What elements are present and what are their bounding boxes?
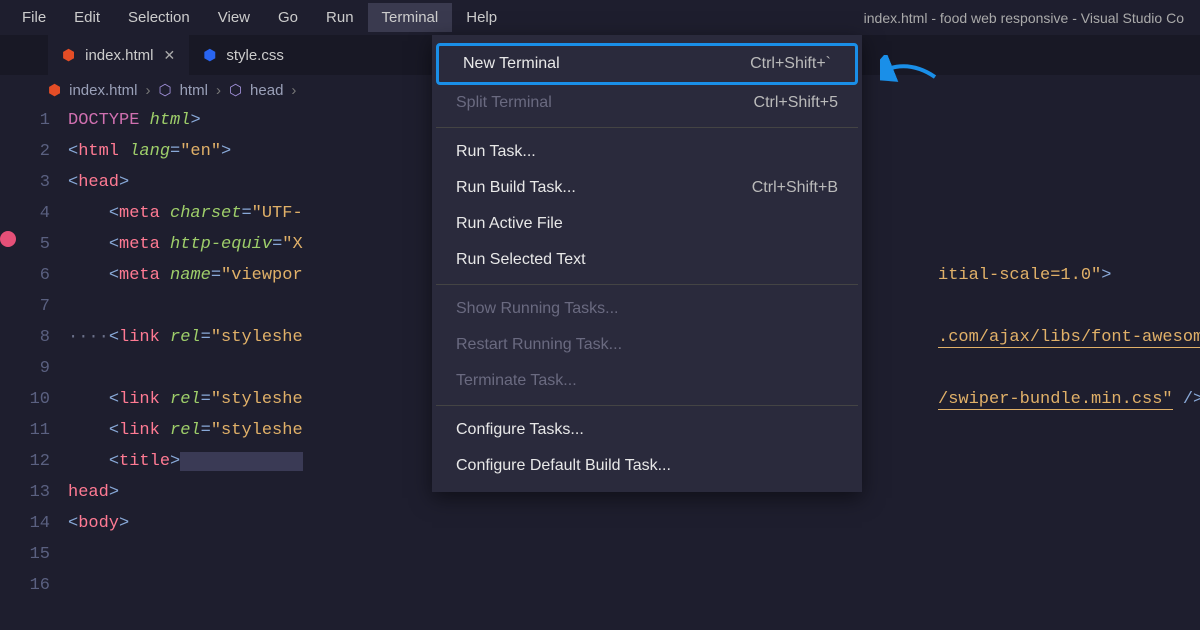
menu-item-label: Run Build Task... (456, 179, 576, 197)
menu-item-restart-running-task: Restart Running Task... (432, 327, 862, 363)
menu-separator (436, 405, 858, 406)
breadcrumb-segment[interactable]: head (250, 82, 283, 99)
line-number: 15 (0, 539, 50, 570)
line-gutter: 12345678910111213141516 (0, 105, 68, 601)
line-number: 7 (0, 291, 50, 322)
menu-item-label: Run Task... (456, 143, 536, 161)
menu-separator (436, 284, 858, 285)
line-number: 8 (0, 322, 50, 353)
menubar: FileEditSelectionViewGoRunTerminalHelp i… (0, 0, 1200, 35)
menu-item-run-build-task[interactable]: Run Build Task... Ctrl+Shift+B (432, 170, 862, 206)
tab-style-css[interactable]: ⬢ style.css (189, 35, 298, 75)
code-line-tail: .com/ajax/libs/font-awesome (938, 322, 1200, 353)
line-number: 2 (0, 136, 50, 167)
menu-edit[interactable]: Edit (60, 3, 114, 32)
menu-item-label: Show Running Tasks... (456, 300, 618, 318)
menu-item-label: Split Terminal (456, 94, 552, 112)
line-number: 1 (0, 105, 50, 136)
element-icon: ⬡ (158, 81, 171, 99)
menu-item-label: New Terminal (463, 55, 560, 73)
line-number: 11 (0, 415, 50, 446)
breadcrumb-segment[interactable]: html (180, 82, 208, 99)
menu-item-configure-default-build-task[interactable]: Configure Default Build Task... (432, 448, 862, 484)
menu-item-configure-tasks[interactable]: Configure Tasks... (432, 412, 862, 448)
html5-icon: ⬢ (62, 46, 75, 64)
menu-run[interactable]: Run (312, 3, 368, 32)
menu-separator (436, 127, 858, 128)
menu-go[interactable]: Go (264, 3, 312, 32)
menu-item-terminate-task: Terminate Task... (432, 363, 862, 399)
menu-item-label: Run Active File (456, 215, 563, 233)
element-icon: ⬡ (229, 81, 242, 99)
line-number: 9 (0, 353, 50, 384)
menu-item-label: Configure Tasks... (456, 421, 584, 439)
chevron-right-icon: › (291, 82, 296, 99)
terminal-dropdown: New Terminal Ctrl+Shift+` Split Terminal Ct… (432, 35, 862, 492)
menu-item-split-terminal: Split Terminal Ctrl+Shift+5 (432, 85, 862, 121)
menu-item-label: Restart Running Task... (456, 336, 622, 354)
code-line-tail: itial-scale=1.0"> (938, 260, 1111, 291)
line-number: 3 (0, 167, 50, 198)
menu-item-label: Run Selected Text (456, 251, 586, 269)
window-title: index.html - food web responsive - Visua… (864, 10, 1192, 26)
chevron-right-icon: › (145, 82, 150, 99)
menu-item-show-running-tasks: Show Running Tasks... (432, 291, 862, 327)
line-number: 10 (0, 384, 50, 415)
line-number: 14 (0, 508, 50, 539)
menu-terminal[interactable]: Terminal (368, 3, 453, 32)
menu-item-label: Configure Default Build Task... (456, 457, 671, 475)
menu-item-shortcut: Ctrl+Shift+B (752, 179, 838, 197)
menu-item-shortcut: Ctrl+Shift+5 (754, 94, 838, 112)
menu-file[interactable]: File (8, 3, 60, 32)
menu-view[interactable]: View (204, 3, 264, 32)
code-line[interactable] (68, 539, 1200, 570)
menu-item-new-terminal[interactable]: New Terminal Ctrl+Shift+` (436, 43, 858, 85)
line-number: 16 (0, 570, 50, 601)
line-number: 13 (0, 477, 50, 508)
breadcrumb-file[interactable]: index.html (69, 82, 137, 99)
code-line-tail: /swiper-bundle.min.css" /> (938, 384, 1200, 415)
close-icon[interactable]: ✕ (163, 47, 175, 64)
menu-item-run-active-file[interactable]: Run Active File (432, 206, 862, 242)
code-line[interactable]: <body> (68, 508, 1200, 539)
tab-label: style.css (226, 47, 284, 64)
tab-index-html[interactable]: ⬢ index.html ✕ (48, 35, 189, 75)
chevron-right-icon: › (216, 82, 221, 99)
menu-item-run-selected-text[interactable]: Run Selected Text (432, 242, 862, 278)
line-number: 6 (0, 260, 50, 291)
menu-item-label: Terminate Task... (456, 372, 577, 390)
line-number: 12 (0, 446, 50, 477)
menu-selection[interactable]: Selection (114, 3, 204, 32)
line-number: 4 (0, 198, 50, 229)
html5-icon: ⬢ (48, 81, 61, 99)
arrow-annotation (880, 55, 940, 85)
tab-label: index.html (85, 47, 153, 64)
css3-icon: ⬢ (203, 46, 216, 64)
error-indicator (0, 231, 16, 247)
menu-item-run-task[interactable]: Run Task... (432, 134, 862, 170)
menu-item-shortcut: Ctrl+Shift+` (750, 55, 831, 73)
menu-help[interactable]: Help (452, 3, 511, 32)
